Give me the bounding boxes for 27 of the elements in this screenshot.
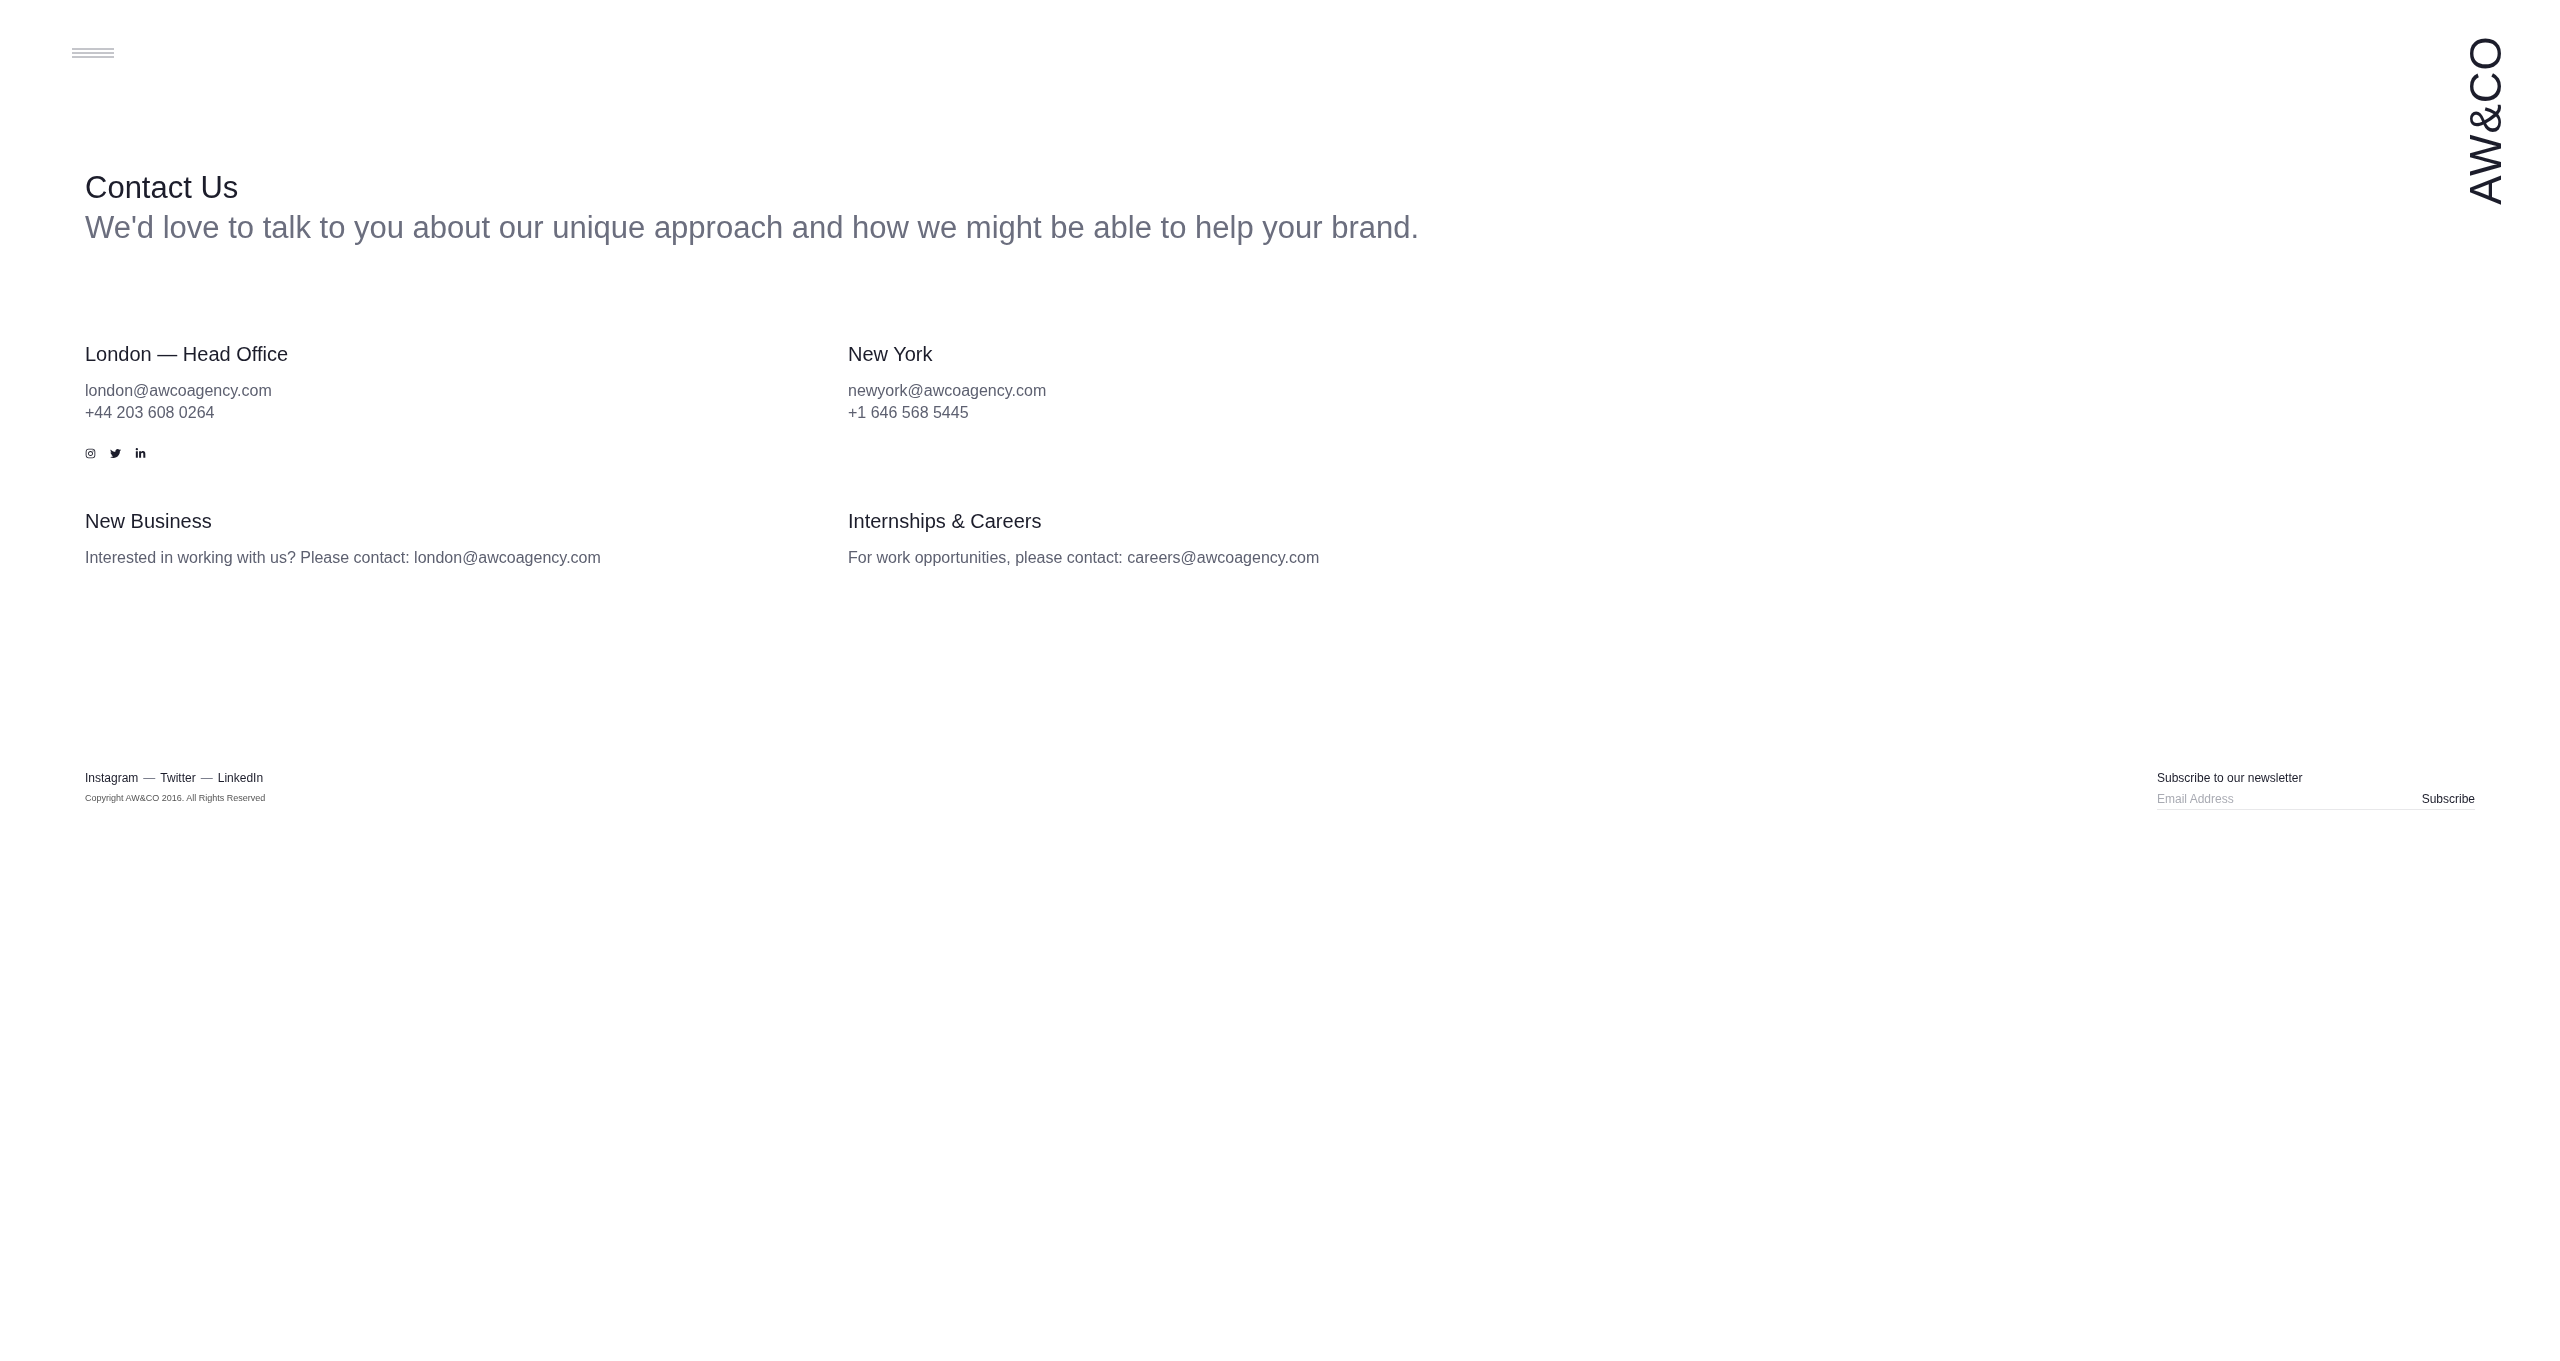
logo[interactable]: AW&CO <box>2464 35 2508 205</box>
subscribe-button[interactable]: Subscribe <box>2421 791 2475 807</box>
email-link[interactable]: london@awcoagency.com <box>85 380 272 402</box>
section-heading: Internships & Careers <box>848 509 1043 534</box>
instagram-icon[interactable] <box>85 448 96 459</box>
newsletter-label: Subscribe to our newsletter <box>2157 770 2303 787</box>
linkedin-icon[interactable] <box>135 448 146 459</box>
email-input-field[interactable]: Email Address <box>2157 791 2422 807</box>
phone-number: +1 646 568 5445 <box>848 403 969 423</box>
office-heading: New York <box>848 342 934 367</box>
footer-link[interactable]: Twitter <box>160 769 196 787</box>
page-subtitle: We'd love to talk to you about our unique approach and how we might be able to help your brand. <box>85 209 1421 247</box>
footer-link[interactable]: LinkedIn <box>217 769 264 787</box>
footer-link[interactable]: Instagram <box>85 769 139 787</box>
email-link[interactable]: london@awcoagency.com <box>414 549 601 566</box>
twitter-bird-icon[interactable] <box>110 448 121 459</box>
email-link[interactable]: careers@awcoagency.com <box>1127 549 1320 566</box>
page-title: Contact Us <box>85 169 240 207</box>
phone-number: +44 203 608 0264 <box>85 403 215 423</box>
contact-sentence: Interested in working with us? Please contact: london@awcoagency.com <box>85 548 601 568</box>
section-heading: New Business <box>85 509 213 534</box>
email-link[interactable]: newyork@awcoagency.com <box>848 380 1047 402</box>
separator: — <box>143 770 156 787</box>
copyright-text: Copyright AW&CO 2016. All Rights Reserved <box>85 792 266 805</box>
contact-sentence: For work opportunities, please contact: careers@awcoagency.com <box>848 548 1320 568</box>
office-heading: London — Head Office <box>85 342 290 367</box>
separator: — <box>200 770 213 787</box>
